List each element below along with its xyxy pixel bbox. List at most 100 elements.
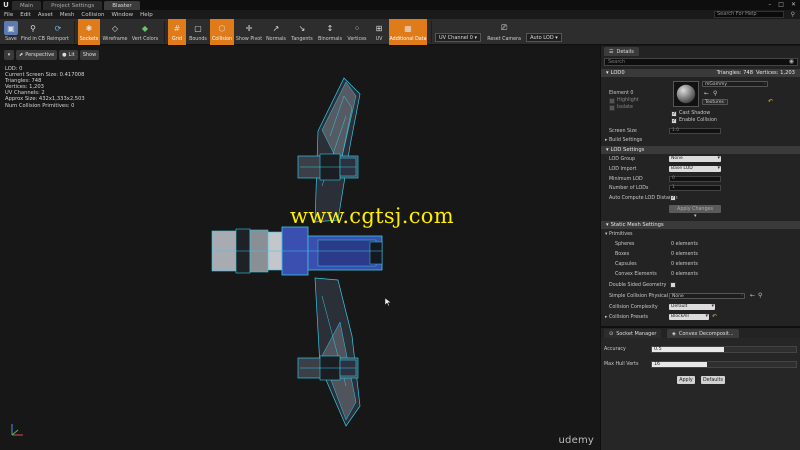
static-mesh-settings-category[interactable]: ▾ Static Mesh Settings [601,221,800,229]
lod-settings-category[interactable]: ▾ LOD Settings [601,146,800,154]
bounds-button[interactable]: ▢ Bounds [187,19,209,45]
auto-compute-checkbox[interactable]: ✓ [670,195,676,201]
tangents-button[interactable]: ↘ Tangents [289,19,315,45]
vert-colors-button[interactable]: ◆ Vert Colors [130,19,160,45]
accuracy-slider-fill [652,347,724,352]
element-label: Element 0 [609,91,634,96]
details-search-input[interactable]: Search [604,58,798,66]
menu-mesh[interactable]: Mesh [60,12,74,18]
mesh-viewport[interactable]: ▾ ⬈ Perspective ● Lit Show LOD: 0 Current … [0,46,600,450]
sockets-icon: ✱ [85,23,93,33]
lod-group-dropdown[interactable]: None [669,155,721,162]
triangle-count: Triangles: 748 [716,70,753,76]
magnifier-icon[interactable]: ⚲ [791,11,795,18]
menu-collision[interactable]: Collision [81,12,104,18]
defaults-button[interactable]: Defaults [701,376,725,384]
highlight-label: Highlight [617,98,639,103]
magnifier-icon[interactable]: ⚲ [758,292,762,299]
viewport-controls: ▾ ⬈ Perspective ● Lit Show [4,50,100,60]
mouse-cursor-icon [385,298,391,306]
watermark: www.cgtsj.com [290,204,454,228]
arrow-left-icon[interactable]: ← [750,292,755,299]
arrow-left-icon[interactable]: ← [704,90,709,97]
stat-approx-size: Approx Size: 432x1,333x2,503 [5,96,85,103]
apply-changes-button[interactable]: Apply Changes [669,205,721,213]
menu-help[interactable]: Help [140,12,153,18]
textures-dropdown[interactable]: Textures [702,99,728,105]
reset-arrow-icon[interactable]: ↶ [768,98,773,105]
binormals-button[interactable]: ↕ Binormals [316,19,344,45]
tab-convex-decomposition[interactable]: ◈ Convex Decomposit... [667,329,739,338]
auto-lod-dropdown[interactable]: Auto LOD ▾ [526,33,562,42]
material-dropdown[interactable]: mGammy [702,81,768,87]
find-in-cb-button[interactable]: ⚲ Find in CB [21,19,45,45]
tab-main[interactable]: Main [12,1,42,10]
minimize-icon[interactable]: – [768,1,771,8]
grid-button[interactable]: # Grid [168,19,186,45]
reimport-button[interactable]: ⟳ Reimport [46,19,70,45]
vertices-button[interactable]: ⁘ Vertices [345,19,369,45]
reset-camera-button[interactable]: ⎚ Reset Camera [487,19,521,45]
normals-button[interactable]: ↗ Normals [264,19,288,45]
mesh-render [211,77,383,427]
tab-blaster[interactable]: Blaster [104,1,140,10]
tab-socket-manager[interactable]: ⊙ Socket Manager [604,329,662,338]
sockets-button[interactable]: ✱ Sockets [78,19,100,45]
collision-presets-label[interactable]: ▸ Collision Presets [605,315,648,320]
viewport-options-button[interactable]: ▾ [4,50,14,60]
minimum-lod-input[interactable]: 0 [669,176,721,182]
primitives-label[interactable]: ▾ Primitives [605,232,633,237]
camera-icon: ⎚ [500,23,508,32]
menu-file[interactable]: File [4,12,13,18]
pivot-icon: ✛ [245,23,253,33]
tab-details[interactable]: ☰ Details [604,47,639,56]
double-sided-checkbox[interactable] [670,282,676,288]
uv-button[interactable]: ⊞ UV [370,19,388,45]
accuracy-label: Accuracy [604,347,626,352]
capsules-value: 0 elements [671,262,698,267]
enable-collision-checkbox[interactable]: ✓ [671,118,677,124]
maximize-icon[interactable]: □ [778,1,784,8]
lod-import-dropdown[interactable]: Base LOD [669,165,721,172]
magnifier-icon[interactable]: ⚲ [713,90,717,97]
window-controls: – □ ✕ [768,1,796,8]
apply-button[interactable]: Apply [677,376,695,384]
tab-project-settings[interactable]: Project Settings [43,1,103,10]
additional-data-button[interactable]: ▦ Additional Data [389,19,427,45]
number-of-lods-input[interactable]: 1 [669,185,721,191]
save-button[interactable]: ▣ Save [2,19,20,45]
lod0-category[interactable]: ▾ LOD0 Triangles: 748 Vertices: 1,203 [601,69,800,77]
menu-edit[interactable]: Edit [20,12,31,18]
show-pivot-button[interactable]: ✛ Show Pivot [235,19,263,45]
isolate-checkbox[interactable] [609,105,615,111]
tab-label: Blaster [112,2,132,9]
accuracy-slider[interactable]: 0.5 [651,346,797,353]
perspective-button[interactable]: ⬈ Perspective [16,50,58,60]
simple-collision-dropdown[interactable]: None [669,293,745,299]
highlight-checkbox[interactable] [609,98,615,104]
cast-shadow-checkbox[interactable]: ✓ [671,111,677,117]
chevron-down-icon[interactable]: ▾ [694,213,697,219]
eye-icon[interactable]: ◉ [789,58,794,65]
panel-splitter[interactable] [601,326,800,328]
help-search-input[interactable]: Search For Help [714,11,784,18]
unreal-logo-icon[interactable]: U [0,0,12,10]
material-thumbnail[interactable] [673,81,699,107]
menu-window[interactable]: Window [111,12,133,18]
boxes-value: 0 elements [671,252,698,257]
material-sphere-icon [676,84,696,104]
screen-size-input[interactable]: 1.0 [669,128,721,134]
chevron-down-icon: ▾ [606,147,609,153]
max-hull-verts-slider[interactable]: 16 [651,361,797,368]
collision-button[interactable]: ⬡ Collision [210,19,234,45]
build-settings-label[interactable]: ▸ Build Settings [605,138,642,143]
collision-presets-dropdown[interactable]: BlockAll [669,313,709,320]
show-button[interactable]: Show [79,50,100,60]
close-icon[interactable]: ✕ [791,1,796,8]
uv-channel-dropdown[interactable]: UV Channel 0 ▾ [435,33,482,42]
menu-asset[interactable]: Asset [38,12,53,18]
collision-complexity-dropdown[interactable]: Default [669,303,715,310]
reset-arrow-icon[interactable]: ↶ [712,313,717,320]
lit-button[interactable]: ● Lit [59,50,78,60]
wireframe-button[interactable]: ◇ Wireframe [101,19,129,45]
